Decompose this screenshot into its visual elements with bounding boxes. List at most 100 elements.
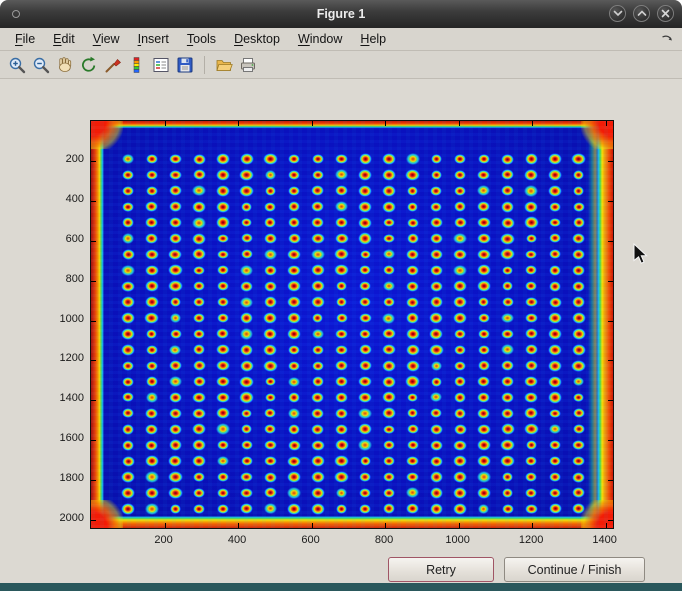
heat-dot [502, 504, 514, 514]
retry-button[interactable]: Retry [388, 557, 494, 582]
y-tick-label: 600 [40, 233, 84, 245]
heat-dot [334, 471, 349, 483]
x-tick-label: 600 [291, 534, 331, 546]
heat-dot [217, 265, 229, 275]
colorbar-icon[interactable] [126, 54, 148, 76]
heat-dot [406, 503, 419, 514]
legend-icon[interactable] [150, 54, 172, 76]
heat-dot [311, 392, 324, 403]
heat-dot [192, 423, 206, 435]
plot-axes[interactable] [90, 120, 614, 529]
menu-insert[interactable]: Insert [129, 30, 178, 48]
rotate-3d-icon[interactable] [78, 54, 100, 76]
heat-edge-bottom [91, 516, 613, 528]
heat-dot [477, 249, 491, 261]
zoom-in-icon[interactable] [6, 54, 28, 76]
heat-dot [501, 360, 514, 371]
heat-dot [192, 233, 206, 245]
heat-dot [572, 440, 585, 451]
heat-dot [501, 201, 515, 213]
heat-dot [240, 344, 254, 356]
heat-dot [169, 154, 182, 165]
heat-dot [217, 281, 229, 291]
heat-dot [287, 471, 301, 482]
menu-help[interactable]: Help [351, 30, 395, 48]
heat-dot [240, 488, 253, 499]
heat-dot [312, 154, 324, 164]
heat-dot [431, 154, 442, 164]
brush-icon[interactable] [102, 54, 124, 76]
heat-dot [502, 297, 514, 307]
heat-dot [122, 456, 135, 467]
heat-dot [216, 169, 230, 181]
heat-dot [548, 344, 562, 356]
heat-dot [431, 170, 443, 180]
heat-dot [145, 487, 159, 499]
heat-dot [382, 344, 396, 355]
heat-dot [572, 233, 585, 244]
heat-dot [217, 504, 230, 515]
minimize-button[interactable] [609, 5, 626, 22]
heat-dot [501, 376, 514, 387]
heat-dot [358, 392, 372, 404]
heat-dot [121, 471, 134, 482]
print-icon[interactable] [237, 54, 259, 76]
menu-view[interactable]: View [84, 30, 129, 48]
open-folder-icon[interactable] [213, 54, 235, 76]
zoom-out-icon[interactable] [30, 54, 52, 76]
heat-dot [478, 329, 490, 339]
heat-dot [406, 472, 419, 483]
heat-dot [288, 440, 301, 451]
close-button[interactable] [657, 5, 674, 22]
heat-dot [477, 439, 491, 451]
heat-dot [383, 425, 394, 435]
heat-corner-bottom-right [581, 500, 613, 528]
heat-dot [405, 169, 420, 181]
heat-dot [406, 344, 420, 356]
heat-dot [430, 392, 442, 402]
heat-dot [193, 297, 205, 307]
heat-dot [359, 297, 371, 307]
y-tick-label: 1200 [40, 352, 84, 364]
heat-dot [407, 440, 419, 450]
menu-tools[interactable]: Tools [178, 30, 225, 48]
heat-dot [549, 297, 562, 308]
heat-dot [311, 440, 325, 451]
heat-dot [478, 504, 489, 514]
heat-dot [572, 472, 585, 483]
menu-bar: FileEditViewInsertToolsDesktopWindowHelp [0, 28, 682, 51]
maximize-button[interactable] [633, 5, 650, 22]
heat-dot [240, 360, 254, 372]
heat-dot [454, 361, 466, 371]
heat-dot [287, 487, 301, 499]
heat-dot [169, 392, 182, 403]
menu-desktop[interactable]: Desktop [225, 30, 289, 48]
heat-dot [406, 328, 420, 340]
pan-hand-icon[interactable] [54, 54, 76, 76]
continue-button[interactable]: Continue / Finish [504, 557, 645, 582]
heat-dot [501, 313, 513, 323]
menu-edit[interactable]: Edit [44, 30, 84, 48]
menu-window[interactable]: Window [289, 30, 351, 48]
heat-dot [454, 154, 466, 164]
window-title: Figure 1 [0, 0, 682, 28]
heat-dot [406, 487, 419, 498]
heat-dot [216, 201, 230, 213]
save-icon[interactable] [174, 54, 196, 76]
heat-dot [525, 281, 537, 291]
menu-overflow-icon[interactable] [661, 34, 673, 44]
heat-dot [216, 216, 231, 228]
menu-file[interactable]: File [6, 30, 44, 48]
heat-dot [288, 186, 300, 196]
heat-dot [525, 153, 539, 164]
heat-dot [240, 281, 253, 292]
figure-canvas: 200400600800100012001400160018002000 200… [0, 79, 682, 583]
heat-dot [406, 360, 420, 372]
heat-dot [169, 201, 182, 212]
heat-dot [311, 503, 326, 515]
heat-dot [288, 424, 301, 435]
titlebar[interactable]: Figure 1 [0, 0, 682, 28]
x-tick-label: 800 [364, 534, 404, 546]
heat-dot [311, 424, 324, 435]
heat-dot [216, 360, 230, 371]
